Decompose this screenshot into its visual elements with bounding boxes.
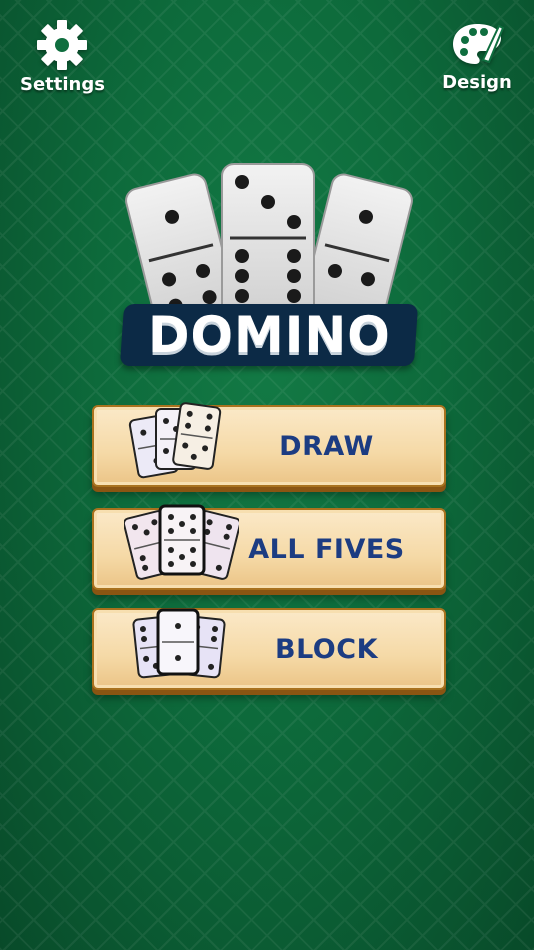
logo-plate: DOMINO bbox=[119, 304, 419, 366]
block-mode-button[interactable]: BLOCK bbox=[92, 608, 446, 690]
draw-label: DRAW bbox=[279, 430, 374, 462]
gear-icon bbox=[37, 20, 87, 70]
all-fives-mode-button[interactable]: ALL FIVES bbox=[92, 504, 446, 590]
logo-title: DOMINO bbox=[147, 306, 391, 364]
design-label: Design bbox=[442, 72, 512, 93]
logo-dominos-icon bbox=[125, 163, 413, 318]
design-button[interactable]: Design bbox=[440, 20, 514, 93]
all-fives-label: ALL FIVES bbox=[248, 533, 405, 565]
draw-mode-button[interactable]: DRAW bbox=[92, 402, 446, 487]
game-logo: DOMINO bbox=[118, 158, 419, 368]
settings-label: Settings bbox=[20, 74, 105, 95]
palette-icon bbox=[453, 24, 505, 64]
block-label: BLOCK bbox=[274, 633, 378, 665]
settings-button[interactable]: Settings bbox=[20, 20, 105, 95]
